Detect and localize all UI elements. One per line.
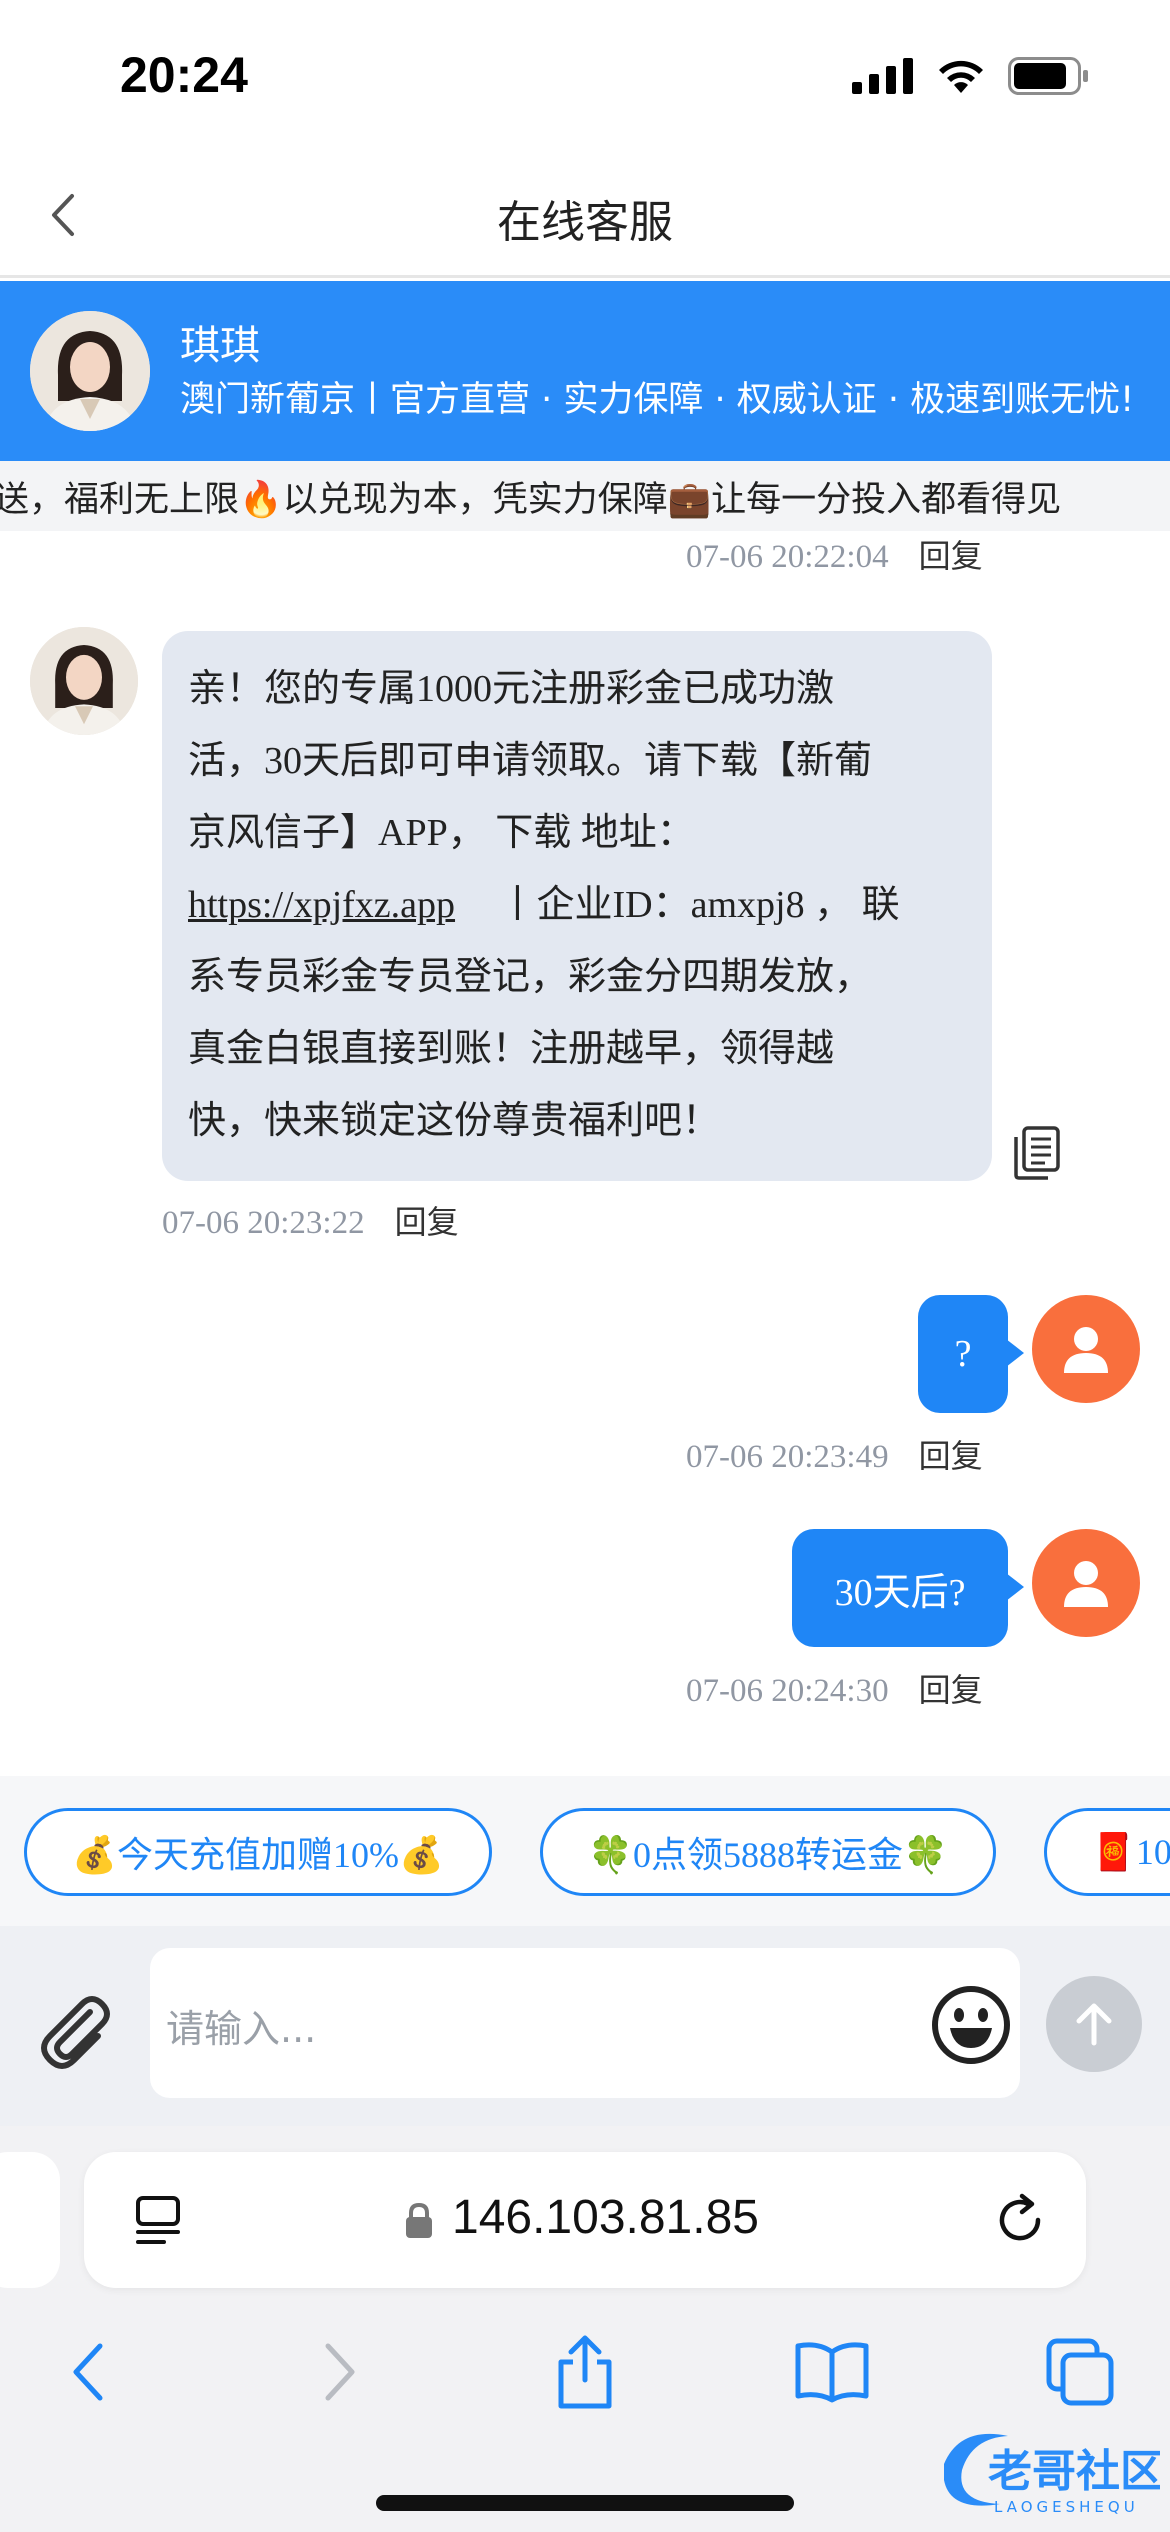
reply-button[interactable]: 回复	[395, 1203, 459, 1241]
status-time: 20:24	[120, 47, 248, 103]
share-button[interactable]	[545, 2332, 625, 2412]
smiley-icon	[932, 1986, 1010, 2064]
message-timestamp: 07-06 20:23:22	[162, 1205, 365, 1241]
chevron-right-icon	[325, 2343, 355, 2401]
quick-reply-chip[interactable]: 🍀0点领5888转运金🍀	[540, 1808, 996, 1896]
book-icon	[795, 2342, 869, 2403]
user-icon	[1064, 1327, 1108, 1373]
back-nav-button[interactable]	[48, 2332, 128, 2412]
arrow-up-icon	[1076, 2003, 1112, 2046]
tabs-button[interactable]	[1040, 2332, 1120, 2412]
chat-list[interactable]: 07-06 20:22:04 回复 亲！您的专属1000元注册彩金已成功激 活，3…	[0, 531, 1170, 1776]
agent-avatar	[30, 311, 150, 431]
tabs-icon	[1046, 2338, 1114, 2406]
user-avatar	[1032, 1529, 1140, 1637]
message-line: 活，30天后即可申请领取。请下载【新葡	[188, 740, 873, 782]
chevron-left-icon	[73, 2343, 103, 2401]
address-bar[interactable]: 146.103.81.85	[84, 2152, 1086, 2288]
message-line: 系专员彩金专员登记，彩金分四期发放，	[188, 956, 873, 998]
reply-button[interactable]: 回复	[919, 1671, 983, 1709]
agent-tagline: 澳门新葡京丨官方直营 · 实力保障 · 权威认证 · 极速到账无忧!	[180, 380, 1135, 420]
browser-toolbar	[0, 2302, 1170, 2432]
watermark-logo: 老哥社区 LAOGESHEQU	[930, 2420, 1164, 2520]
message-timestamp: 07-06 20:22:04	[686, 539, 889, 575]
quick-reply-chips: 💰今天充值加赠10%💰 🍀0点领5888转运金🍀 🧧10	[0, 1776, 1170, 1926]
agent-banner: 琪琪 澳门新葡京丨官方直营 · 实力保障 · 权威认证 · 极速到账无忧!	[0, 281, 1170, 461]
page-title: 在线客服	[497, 197, 673, 248]
message-bubble-outgoing: 30天后?	[792, 1529, 1024, 1647]
home-indicator	[376, 2495, 794, 2511]
lock-icon	[404, 2202, 434, 2244]
bookmarks-button[interactable]	[792, 2332, 872, 2412]
download-link[interactable]: https://xpjfxz.app	[188, 884, 455, 926]
agent-name: 琪琪	[180, 323, 260, 369]
user-icon	[1064, 1561, 1108, 1607]
previous-tab-peek[interactable]	[0, 2152, 60, 2288]
wifi-icon	[939, 60, 983, 93]
status-icons	[852, 56, 1090, 96]
agent-avatar	[30, 627, 138, 735]
message-line: 真金白银直接到账！注册越早，领得越	[188, 1028, 835, 1070]
attach-button[interactable]	[32, 1988, 118, 2074]
message-timestamp: 07-06 20:24:30	[686, 1673, 889, 1709]
user-avatar	[1032, 1295, 1140, 1403]
message-line: 快，快来锁定这份尊贵福利吧！	[188, 1100, 721, 1142]
reply-button[interactable]: 回复	[919, 1437, 983, 1475]
quick-reply-chip[interactable]: 💰今天充值加赠10%💰	[24, 1808, 492, 1896]
message-line: https://xpjfxz.app 丨企业ID：amxpj8 ， 联	[188, 869, 964, 941]
message-line: 京风信子】APP， 下载 地址：	[188, 812, 695, 854]
share-icon	[558, 2335, 612, 2409]
status-bar: 20:24	[0, 0, 1170, 150]
message-timestamp: 07-06 20:23:49	[686, 1439, 889, 1475]
watermark-text: 老哥社区	[988, 2446, 1160, 2497]
message-composer: 请输入...	[0, 1926, 1170, 2126]
watermark-subtext: LAOGESHEQU	[994, 2498, 1139, 2516]
reload-icon[interactable]	[992, 2192, 1048, 2252]
nav-header: 在线客服	[0, 150, 1170, 278]
url-text: 146.103.81.85	[452, 2191, 759, 2244]
emoji-button[interactable]	[930, 1984, 1012, 2066]
message-bubble-outgoing: ?	[918, 1295, 1024, 1413]
cellular-signal-icon	[852, 58, 913, 94]
message-text: 丨企业ID：amxpj8 ， 联	[498, 884, 900, 926]
announcement-marquee: 送，福利无上限🔥以兑现为本，凭实力保障💼让每一分投入都看得见	[0, 461, 1170, 531]
send-button[interactable]	[1046, 1976, 1142, 2072]
message-meta: 07-06 20:23:22 回复	[162, 1197, 459, 1243]
message-input[interactable]: 请输入...	[150, 1948, 1020, 2098]
reply-button[interactable]: 回复	[919, 537, 983, 575]
message-line: 亲！您的专属1000元注册彩金已成功激	[188, 668, 835, 710]
message-bubble-incoming: 亲！您的专属1000元注册彩金已成功激 活，30天后即可申请领取。请下载【新葡 …	[162, 631, 992, 1181]
quick-reply-chip[interactable]: 🧧10	[1044, 1808, 1170, 1896]
message-meta: 07-06 20:24:30 回复	[686, 1665, 983, 1711]
message-meta: 07-06 20:22:04 回复	[686, 531, 983, 577]
forward-nav-button[interactable]	[300, 2332, 380, 2412]
page-menu-icon[interactable]	[134, 2194, 184, 2250]
message-meta: 07-06 20:23:49 回复	[686, 1431, 983, 1477]
battery-icon	[1008, 57, 1088, 95]
input-placeholder: 请输入...	[166, 2007, 317, 2051]
marquee-text: 送，福利无上限🔥以兑现为本，凭实力保障💼让每一分投入都看得见	[0, 480, 1062, 520]
paperclip-icon	[41, 1996, 110, 2069]
copy-icon[interactable]	[1012, 1125, 1062, 1181]
